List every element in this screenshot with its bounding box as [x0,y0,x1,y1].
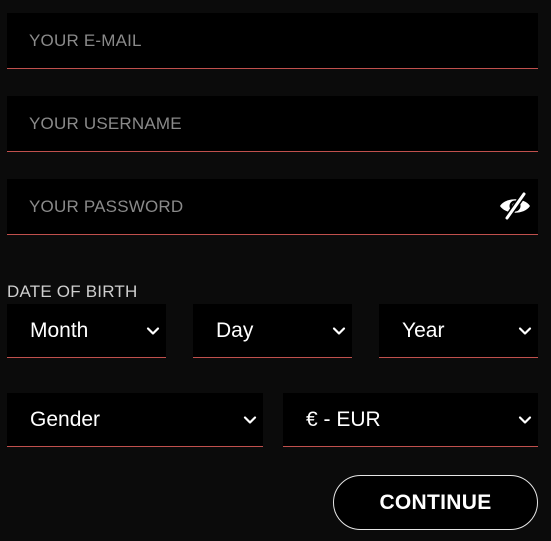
month-select-value: Month [30,318,89,342]
currency-select[interactable]: € - EUR [283,393,538,447]
date-of-birth-label: DATE OF BIRTH [7,282,138,301]
gender-select[interactable]: Gender [7,393,263,447]
password-input[interactable] [7,179,538,234]
chevron-down-icon [146,326,160,335]
chevron-down-icon [518,415,532,424]
continue-button[interactable]: CONTINUE [333,475,538,530]
username-field[interactable] [7,96,538,152]
currency-select-value: € - EUR [306,407,381,431]
chevron-down-icon [518,326,532,335]
chevron-down-icon [332,326,346,335]
username-input[interactable] [7,96,538,151]
day-select-value: Day [216,318,254,342]
eye-slash-icon[interactable] [498,191,532,221]
email-input[interactable] [7,13,538,68]
year-select[interactable]: Year [379,304,538,358]
chevron-down-icon [243,415,257,424]
day-select[interactable]: Day [193,304,352,358]
gender-select-value: Gender [30,407,101,431]
year-select-value: Year [402,318,445,342]
month-select[interactable]: Month [7,304,166,358]
email-field[interactable] [7,13,538,69]
password-field[interactable] [7,179,538,235]
